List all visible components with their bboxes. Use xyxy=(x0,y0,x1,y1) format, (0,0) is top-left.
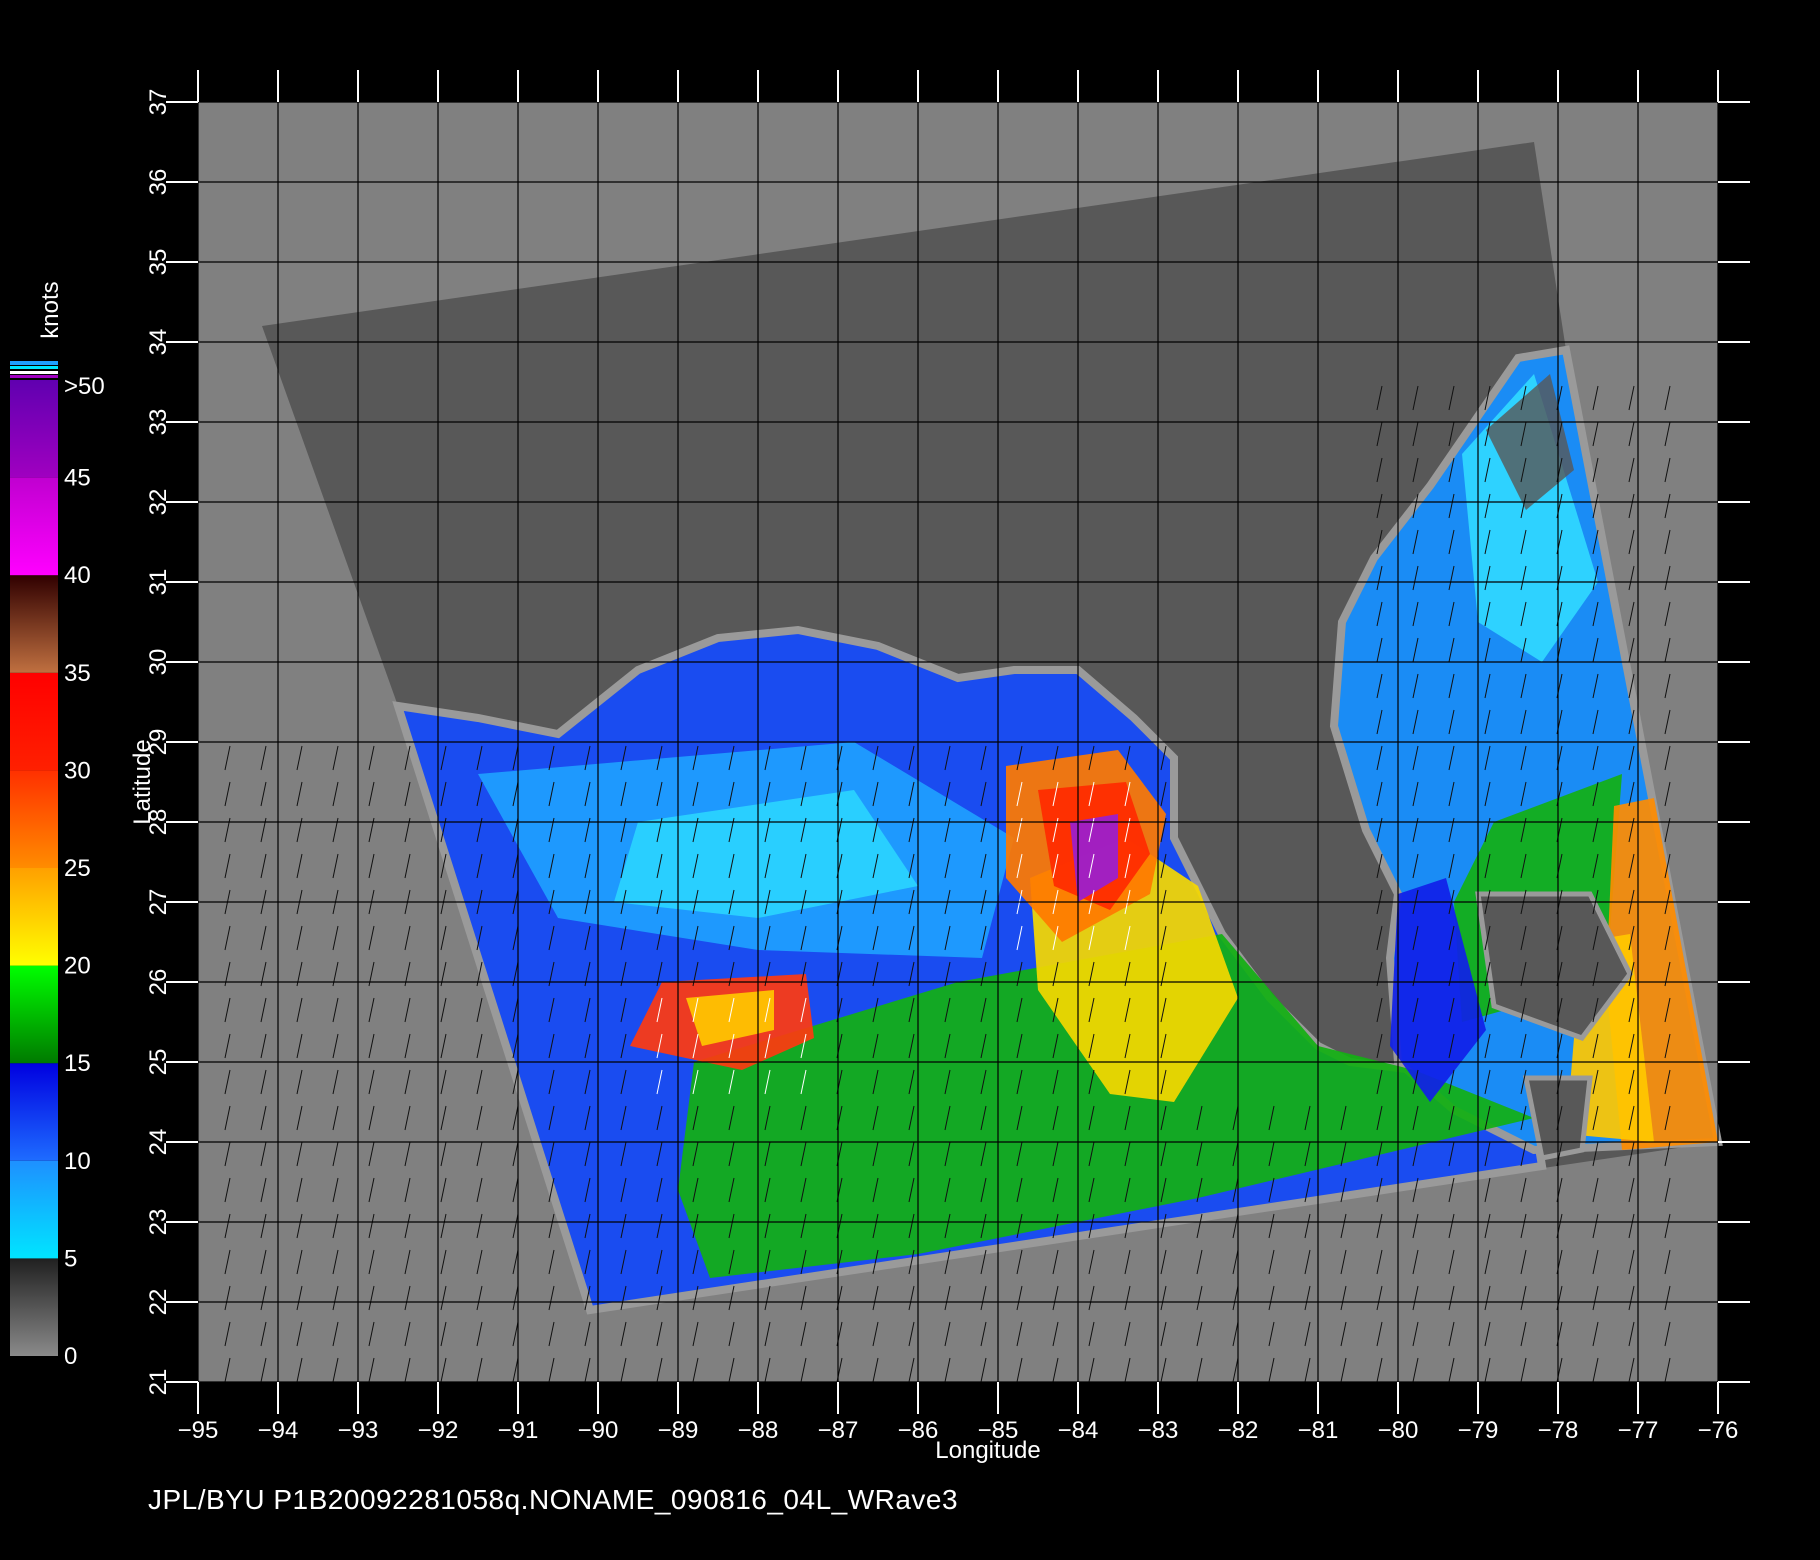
x-tick-label: −91 xyxy=(498,1417,539,1444)
colorbar-title: knots xyxy=(37,281,64,338)
colorbar-band xyxy=(10,1258,58,1356)
x-tick-label: −77 xyxy=(1618,1417,1659,1444)
colorbar-stripe xyxy=(10,371,58,374)
colorbar-label: 45 xyxy=(64,465,91,492)
colorbar-label: 30 xyxy=(64,757,91,784)
x-tick-label: −84 xyxy=(1058,1417,1099,1444)
y-tick-label: 23 xyxy=(145,1209,172,1236)
x-tick-label: −83 xyxy=(1138,1417,1179,1444)
y-tick-label: 25 xyxy=(145,1049,172,1076)
y-tick-label: 22 xyxy=(145,1289,172,1316)
colorbar-band xyxy=(10,770,58,868)
colorbar-band xyxy=(10,575,58,673)
colorbar-band xyxy=(10,672,58,771)
y-tick-label: 27 xyxy=(145,889,172,916)
colorbar-band xyxy=(10,380,58,478)
wind-map-figure: −95 −94 −93 −92 −91 −90 −89 −88 −87 −86 −85 −84 −83−… xyxy=(0,0,1820,1560)
colorbar-band xyxy=(10,1063,58,1161)
y-tick-label: 33 xyxy=(145,409,172,436)
x-tick-label: −81 xyxy=(1298,1417,1339,1444)
colorbar-label: 10 xyxy=(64,1148,91,1175)
colorbar-label: >50 xyxy=(64,373,105,400)
colorbar-label: 15 xyxy=(64,1050,91,1077)
x-tick-label: −78 xyxy=(1538,1417,1579,1444)
y-tick-label: 24 xyxy=(145,1129,172,1156)
colorbar-label: 25 xyxy=(64,855,91,882)
x-tick-label: −76 xyxy=(1698,1417,1739,1444)
x-tick-label: −94 xyxy=(258,1417,299,1444)
x-axis-title: Longitude xyxy=(935,1437,1040,1464)
x-tick-label: −79 xyxy=(1458,1417,1499,1444)
colorbar-band xyxy=(10,868,58,966)
y-tick-label: 21 xyxy=(145,1369,172,1396)
colorbar-stripe xyxy=(10,366,58,369)
x-tick-label: −88 xyxy=(738,1417,779,1444)
x-tick-label: −93 xyxy=(338,1417,379,1444)
x-tick-label: −80 xyxy=(1378,1417,1419,1444)
x-tick-label: −92 xyxy=(418,1417,459,1444)
colorbar-label: 35 xyxy=(64,660,91,687)
colorbar-label: 40 xyxy=(64,562,91,589)
x-tick-label: −89 xyxy=(658,1417,699,1444)
y-tick-label: 31 xyxy=(145,569,172,596)
wind-map-svg: −95 −94 −93 −92 −91 −90 −89 −88 −87 −86 −85 −84 −83−… xyxy=(10,70,1750,1464)
y-tick-label: 35 xyxy=(145,249,172,276)
colorbar-label: 20 xyxy=(64,953,91,980)
y-axis-title: Latitude xyxy=(129,739,156,824)
x-tick-label: −90 xyxy=(578,1417,619,1444)
y-tick-label: 34 xyxy=(145,329,172,356)
colorbar-stripe xyxy=(10,361,58,365)
colorbar-band xyxy=(10,477,58,576)
colorbar-label: 0 xyxy=(64,1343,77,1370)
y-tick-label: 37 xyxy=(145,89,172,116)
x-tick-label: −82 xyxy=(1218,1417,1259,1444)
y-tick-label: 30 xyxy=(145,649,172,676)
colorbar-band xyxy=(10,965,58,1064)
colorbar-band xyxy=(10,1160,58,1259)
colorbar-stripe xyxy=(10,375,58,378)
y-tick-label: 32 xyxy=(145,489,172,516)
x-tick-label: −95 xyxy=(178,1417,219,1444)
y-tick-label: 26 xyxy=(145,969,172,996)
y-tick-label: 36 xyxy=(145,169,172,196)
x-tick-label: −86 xyxy=(898,1417,939,1444)
x-tick-label: −87 xyxy=(818,1417,859,1444)
colorbar-label: 5 xyxy=(64,1245,77,1272)
footer-caption: JPL/BYU P1B20092281058q.NONAME_090816_04… xyxy=(148,1484,959,1515)
